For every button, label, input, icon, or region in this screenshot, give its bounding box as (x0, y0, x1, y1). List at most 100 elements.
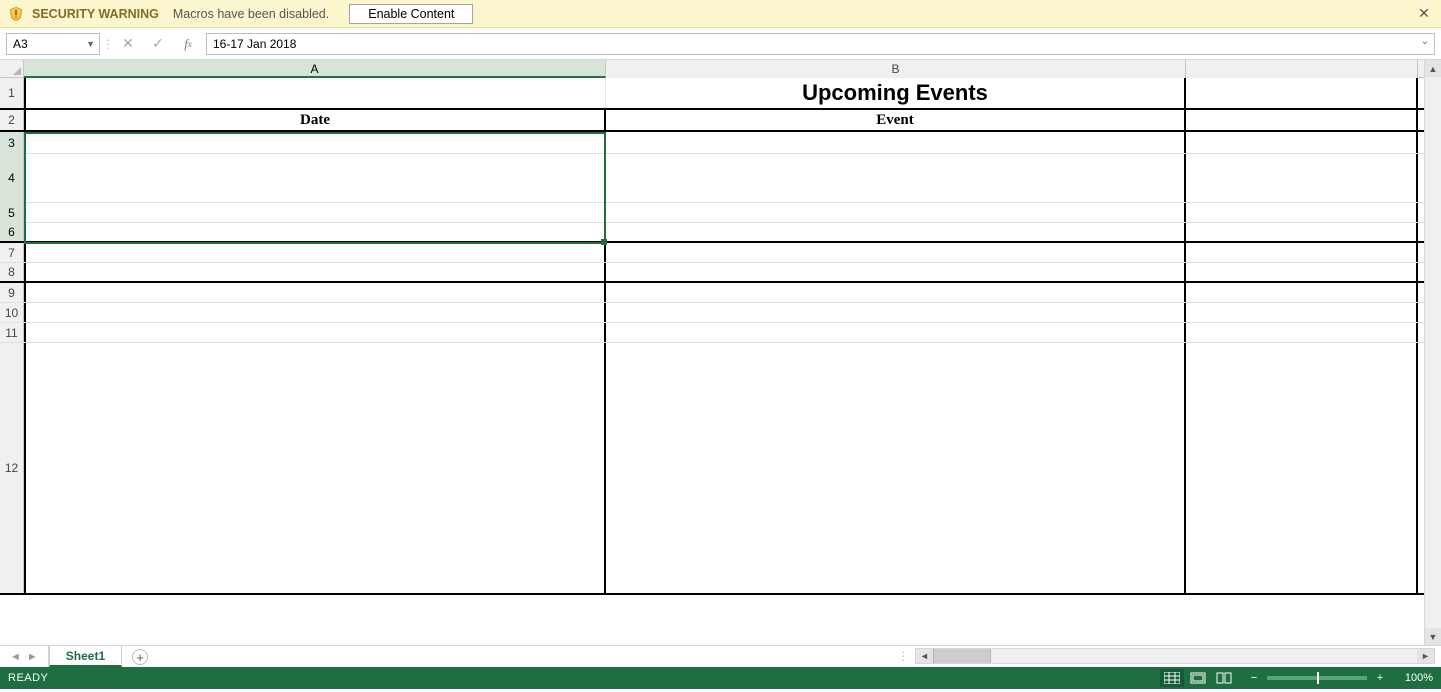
expand-formula-bar-icon[interactable]: ⌄ (1418, 36, 1432, 52)
cell-c6[interactable] (1186, 223, 1418, 241)
cell-b10[interactable] (606, 303, 1186, 322)
zoom-in-icon[interactable]: + (1373, 672, 1387, 684)
column-header-b[interactable]: B (606, 60, 1186, 78)
spreadsheet-grid-wrap: A B 1 Upcoming Events 2 Date Event 3 4 (0, 60, 1441, 645)
sheet-nav-prev-icon[interactable]: ◄ (10, 651, 21, 663)
cell-c10[interactable] (1186, 303, 1418, 322)
accept-edit-icon[interactable]: ✓ (146, 33, 170, 55)
view-page-layout-icon[interactable] (1186, 669, 1210, 687)
close-icon[interactable]: ✕ (1415, 5, 1433, 23)
view-page-break-icon[interactable] (1212, 669, 1236, 687)
formula-bar-separator: ⋮ (106, 33, 110, 55)
row-header-3[interactable]: 3 (0, 132, 24, 153)
formula-input[interactable]: 16-17 Jan 2018 ⌄ (206, 33, 1435, 55)
horizontal-scrollbar[interactable]: ⋮ ◄ ► (897, 648, 1435, 664)
upcoming-events-title: Upcoming Events (802, 80, 988, 106)
fx-icon[interactable]: fx (176, 33, 200, 55)
tab-spacer: ⋮ ◄ ► (158, 646, 1441, 667)
cell-a3[interactable] (24, 132, 606, 153)
row-header-5[interactable]: 5 (0, 203, 24, 222)
sheet-tab-sheet1[interactable]: Sheet1 (49, 646, 122, 667)
cell-b7[interactable] (606, 243, 1186, 262)
cell-b2-header-event[interactable]: Event (606, 110, 1186, 130)
row-header-6[interactable]: 6 (0, 223, 24, 241)
cell-c1[interactable] (1186, 78, 1418, 108)
cell-c4[interactable] (1186, 154, 1418, 202)
row-9: 9 (0, 283, 1424, 303)
row-10: 10 (0, 303, 1424, 323)
row-header-9[interactable]: 9 (0, 283, 24, 302)
row-header-7[interactable]: 7 (0, 243, 24, 262)
select-all-corner[interactable] (0, 60, 24, 78)
cell-b8[interactable] (606, 263, 1186, 281)
row-2: 2 Date Event (0, 110, 1424, 132)
h-scroll-thumb[interactable] (933, 649, 991, 663)
row-header-4[interactable]: 4 (0, 154, 24, 202)
cell-a8[interactable] (24, 263, 606, 281)
view-normal-icon[interactable] (1160, 669, 1184, 687)
cell-c3[interactable] (1186, 132, 1418, 153)
spreadsheet-grid[interactable]: A B 1 Upcoming Events 2 Date Event 3 4 (0, 60, 1424, 645)
row-header-2[interactable]: 2 (0, 110, 24, 130)
cell-b6[interactable] (606, 223, 1186, 241)
cell-a4[interactable] (24, 154, 606, 202)
cell-a1[interactable] (24, 78, 606, 108)
row-8: 8 (0, 263, 1424, 283)
cell-b1-title[interactable]: Upcoming Events (606, 78, 1186, 108)
zoom-value[interactable]: 100% (1393, 672, 1433, 684)
row-1: 1 Upcoming Events (0, 78, 1424, 110)
scroll-down-icon[interactable]: ▼ (1425, 628, 1441, 645)
formula-value: 16-17 Jan 2018 (213, 37, 296, 51)
add-sheet-icon[interactable]: + (132, 649, 148, 665)
scroll-up-icon[interactable]: ▲ (1425, 60, 1441, 77)
row-header-12[interactable]: 12 (0, 343, 24, 593)
h-scroll-right-icon[interactable]: ► (1417, 649, 1434, 663)
cancel-edit-icon[interactable]: ✕ (116, 33, 140, 55)
cell-a7[interactable] (24, 243, 606, 262)
cell-a2-header-date[interactable]: Date (24, 110, 606, 130)
sheet-nav-next-icon[interactable]: ► (27, 651, 38, 663)
cell-c5[interactable] (1186, 203, 1418, 222)
cell-c9[interactable] (1186, 283, 1418, 302)
h-scroll-track[interactable]: ◄ ► (915, 648, 1435, 664)
zoom-slider[interactable] (1267, 676, 1367, 680)
name-box[interactable]: A3 ▼ (6, 33, 100, 55)
cell-a11[interactable] (24, 323, 606, 342)
cell-a10[interactable] (24, 303, 606, 322)
column-header-c[interactable] (1186, 60, 1418, 78)
zoom-out-icon[interactable]: − (1247, 672, 1261, 684)
row-4: 4 (0, 154, 1424, 203)
cell-b3[interactable] (606, 132, 1186, 153)
vertical-scrollbar[interactable]: ▲ ▼ (1424, 60, 1441, 645)
cell-c12[interactable] (1186, 343, 1418, 593)
row-6: 6 (0, 223, 1424, 243)
cell-c11[interactable] (1186, 323, 1418, 342)
row-7: 7 (0, 243, 1424, 263)
cell-a6[interactable] (24, 223, 606, 241)
cell-b11[interactable] (606, 323, 1186, 342)
sheet-nav: ◄ ► (0, 646, 48, 667)
chevron-down-icon[interactable]: ▼ (86, 39, 95, 49)
enable-content-button[interactable]: Enable Content (349, 4, 473, 24)
cell-b5[interactable] (606, 203, 1186, 222)
h-scroll-grip-icon[interactable]: ⋮ (897, 649, 909, 663)
h-scroll-left-icon[interactable]: ◄ (916, 649, 933, 663)
row-header-8[interactable]: 8 (0, 263, 24, 281)
header-event-label: Event (876, 112, 914, 129)
cell-c7[interactable] (1186, 243, 1418, 262)
cell-c2[interactable] (1186, 110, 1418, 130)
name-box-value: A3 (13, 37, 86, 51)
cell-a9[interactable] (24, 283, 606, 302)
cell-b4[interactable] (606, 154, 1186, 202)
cell-b12[interactable] (606, 343, 1186, 593)
row-header-11[interactable]: 11 (0, 323, 24, 342)
zoom-control: − + 100% (1247, 672, 1433, 684)
row-11: 11 (0, 323, 1424, 343)
cell-a5[interactable] (24, 203, 606, 222)
column-header-a[interactable]: A (24, 60, 606, 78)
row-header-1[interactable]: 1 (0, 78, 24, 108)
cell-c8[interactable] (1186, 263, 1418, 281)
cell-b9[interactable] (606, 283, 1186, 302)
row-header-10[interactable]: 10 (0, 303, 24, 322)
cell-a12[interactable] (24, 343, 606, 593)
